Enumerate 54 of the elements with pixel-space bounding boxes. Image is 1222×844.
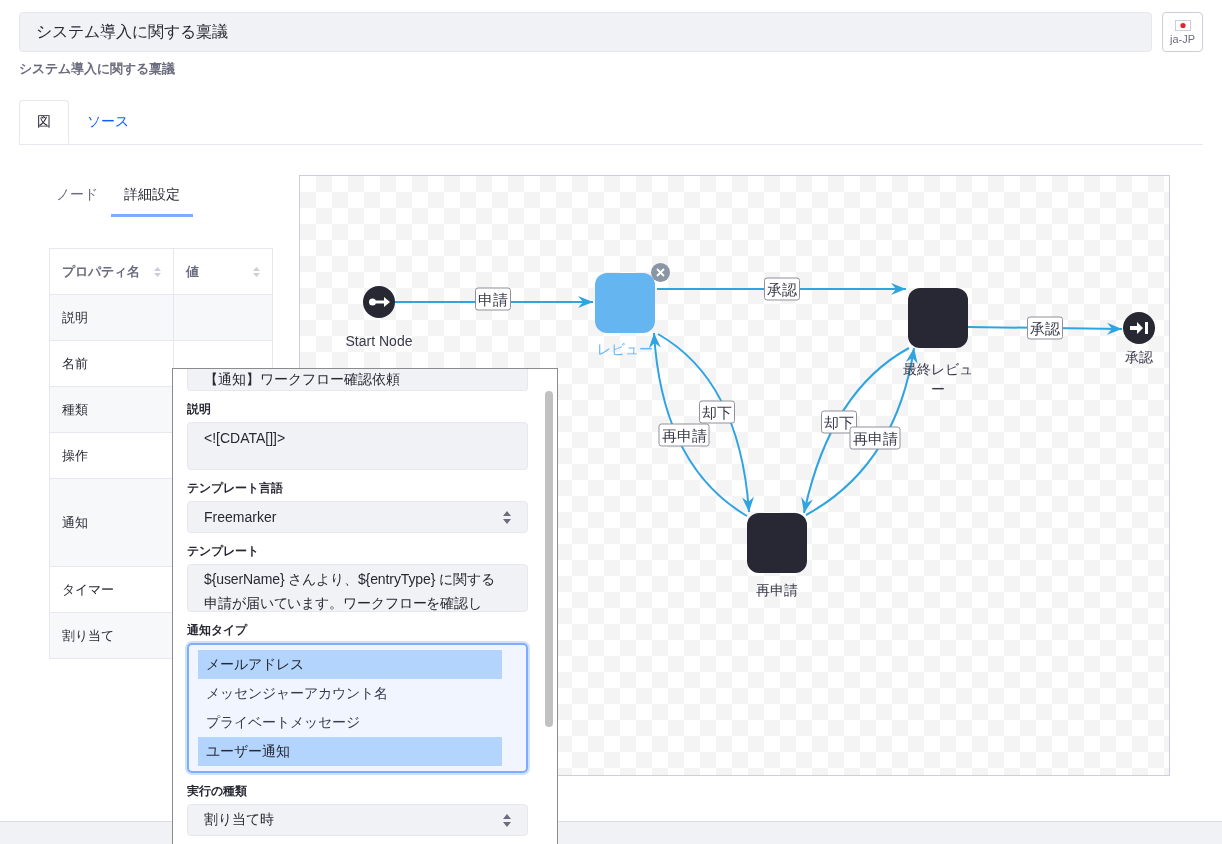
close-icon[interactable] — [651, 263, 670, 282]
text-field[interactable]: 【通知】ワークフロー確認依頼 — [187, 369, 528, 391]
tab[interactable]: ソース — [69, 100, 147, 144]
list-option[interactable]: プライベートメッセージ — [198, 708, 502, 737]
field-label: テンプレート言語 — [187, 480, 284, 497]
edge-label: 申請 — [475, 287, 511, 311]
edge-label: 却下 — [699, 400, 735, 424]
select-value: 割り当て時 — [204, 811, 274, 829]
tab[interactable]: 図 — [19, 100, 69, 144]
title-field[interactable]: システム導入に関する稟議 — [19, 12, 1152, 52]
field-label: 説明 — [187, 401, 212, 418]
node-label: レビュー — [596, 340, 654, 359]
edge-label: 再申請 — [849, 426, 901, 450]
list-option[interactable]: メッセンジャーアカウント名 — [198, 679, 502, 708]
select-value: Freemarker — [204, 509, 277, 525]
table-cell: 割り当て — [49, 612, 174, 659]
field-label: 通知タイプ — [187, 622, 249, 639]
edge-label: 承認 — [1027, 316, 1063, 340]
listbox[interactable]: メールアドレス メッセンジャーアカウント名 プライベートメッセージ ユーザー通知 — [187, 643, 528, 773]
sort-icon — [154, 266, 162, 277]
language-button[interactable]: ja-JP — [1162, 12, 1203, 52]
panel-tab[interactable]: ノード — [43, 175, 111, 217]
subtitle: システム導入に関する稟議 — [19, 60, 176, 78]
column-header[interactable]: 値 — [173, 248, 273, 295]
start-node — [363, 286, 395, 318]
textarea[interactable]: <![CDATA[]]> — [187, 422, 528, 470]
scrollbar[interactable] — [545, 391, 553, 727]
list-option[interactable]: メールアドレス — [198, 650, 502, 679]
column-header[interactable]: プロパティ名 — [49, 248, 174, 295]
task-node[interactable] — [747, 513, 807, 573]
sort-icon — [253, 266, 260, 277]
list-option[interactable]: ユーザー通知 — [198, 737, 502, 766]
field-label: 実行の種類 — [187, 783, 248, 800]
table-cell: 通知 — [49, 478, 174, 567]
textarea[interactable]: ${userName} さんより、${entryType} に関する申請が届いています。ワークフローを確認し — [187, 564, 528, 612]
node-label: 承認 — [1124, 348, 1154, 367]
end-node — [1123, 312, 1155, 344]
flag-icon — [1174, 19, 1191, 31]
edge-label: 承認 — [764, 277, 800, 301]
select-field[interactable]: 割り当て時 — [187, 804, 528, 836]
updown-icon — [503, 510, 511, 524]
node-label: 再申請 — [755, 581, 799, 600]
select-field[interactable]: Freemarker — [187, 501, 528, 533]
panel-tab[interactable]: 詳細設定 — [111, 175, 193, 217]
column-title: プロパティ名 — [62, 262, 140, 281]
edge-label: 再申請 — [658, 423, 710, 447]
task-node[interactable] — [908, 288, 968, 348]
column-title: 値 — [186, 262, 200, 281]
task-node[interactable] — [595, 273, 655, 333]
field-label: テンプレート — [187, 543, 260, 560]
updown-icon — [503, 813, 511, 827]
table-cell: 種類 — [49, 386, 174, 433]
table-cell: 説明 — [49, 294, 174, 341]
node-label: Start Node — [344, 332, 414, 351]
